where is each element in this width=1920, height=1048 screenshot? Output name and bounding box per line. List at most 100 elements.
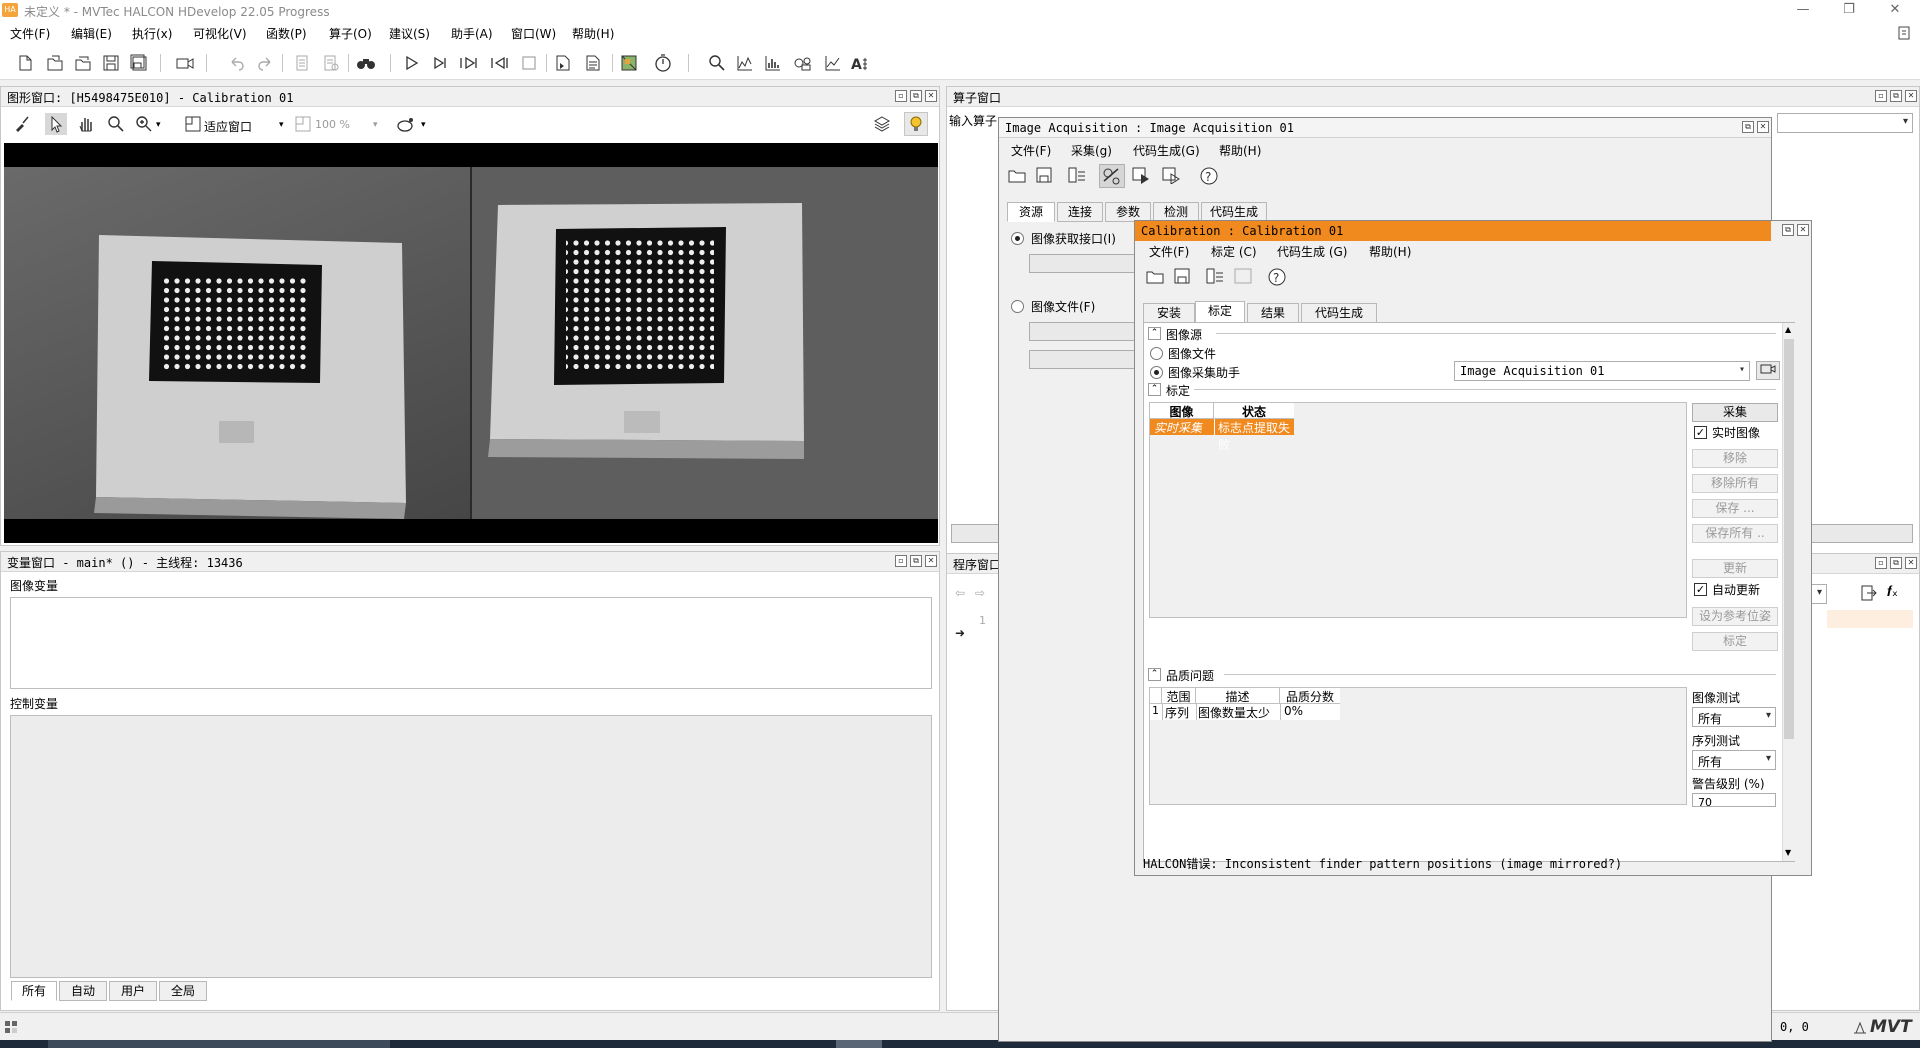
acquire-button[interactable]: 采集 [1692, 403, 1778, 422]
acq-tab-connection[interactable]: 连接 [1057, 202, 1103, 222]
calibrate-button[interactable]: 标定 [1692, 632, 1778, 651]
menu-help[interactable]: 帮助(H) [572, 25, 614, 42]
restore-icon[interactable]: ❐ [1826, 0, 1872, 22]
open-acq-button[interactable] [1756, 361, 1780, 380]
cal-tab-codegen[interactable]: 代码生成 [1301, 303, 1377, 323]
fit-window-icon[interactable] [182, 113, 204, 135]
acq-file-input[interactable] [1029, 322, 1141, 341]
dock-icon[interactable]: ▫ [895, 555, 907, 567]
float-icon[interactable]: ⧉ [1890, 90, 1902, 102]
feature-histogram-icon[interactable] [762, 52, 784, 74]
tab-global[interactable]: 全局 [159, 981, 207, 1001]
acq-tab-inspect[interactable]: 检测 [1153, 202, 1199, 222]
save-all-icon[interactable] [128, 52, 150, 74]
acq-assistant-combo[interactable]: Image Acquisition 01 [1454, 361, 1750, 381]
menu-visualize[interactable]: 可视化(V) [193, 25, 247, 42]
menu-procedures[interactable]: 函数(P) [266, 25, 307, 42]
collapse-image-source-icon[interactable]: ⌃ [1148, 327, 1161, 340]
profiler-timer-icon[interactable] [652, 52, 674, 74]
float-icon[interactable]: ⧉ [910, 90, 922, 102]
operator-left-button[interactable] [951, 524, 999, 543]
radio-image-file[interactable] [1150, 347, 1163, 360]
cal-close-icon[interactable]: ✕ [1797, 224, 1809, 236]
clear-brush-icon[interactable] [11, 113, 33, 135]
menu-execute[interactable]: 执行(x) [132, 25, 172, 42]
fit-dropdown-icon[interactable]: ▾ [279, 120, 284, 130]
feature-inspection-icon[interactable] [792, 52, 814, 74]
image-test-combo[interactable]: 所有 [1692, 707, 1776, 727]
set-reference-pose-button[interactable]: 设为参考位姿 [1692, 607, 1778, 626]
cal-menu-file[interactable]: 文件(F) [1149, 243, 1189, 260]
tab-user[interactable]: 用户 [109, 981, 157, 1001]
cal-open-icon[interactable] [1145, 267, 1167, 287]
undo-icon[interactable] [226, 52, 248, 74]
insert-code-icon[interactable] [1859, 584, 1881, 604]
float-icon[interactable]: ⧉ [1890, 557, 1902, 569]
radio-acq-assistant[interactable] [1150, 366, 1163, 379]
acq-live-icon[interactable] [1161, 166, 1185, 186]
program-listing-icon[interactable] [582, 52, 604, 74]
acq-radio-interface[interactable] [1011, 232, 1024, 245]
cal-float-icon[interactable]: ⧉ [1782, 224, 1794, 236]
ocr-icon[interactable]: A [850, 52, 872, 74]
close-panel-icon[interactable]: ✕ [925, 555, 937, 567]
cal-menu-codegen[interactable]: 代码生成 (G) [1277, 243, 1347, 260]
tab-all[interactable]: 所有 [11, 981, 57, 1001]
cal-tab-calibration[interactable]: 标定 [1195, 301, 1245, 323]
sequence-test-combo[interactable]: 所有 [1692, 750, 1776, 770]
zoom-in-icon[interactable] [133, 113, 155, 135]
pointer-icon[interactable] [45, 113, 67, 135]
acq-open-icon[interactable] [1007, 166, 1029, 186]
image-processing-icon[interactable] [618, 52, 640, 74]
close-panel-icon[interactable]: ✕ [1905, 557, 1917, 569]
reset-program-icon[interactable] [552, 52, 574, 74]
acq-close-icon[interactable]: ✕ [1757, 121, 1769, 133]
new-file-icon[interactable] [14, 52, 36, 74]
graphics-canvas[interactable] [4, 143, 938, 543]
acq-float-icon[interactable]: ⧉ [1742, 121, 1754, 133]
find-binoculars-icon[interactable] [355, 52, 377, 74]
acq-radio-file[interactable] [1011, 300, 1024, 313]
minimize-icon[interactable]: — [1780, 0, 1826, 22]
clear-format-icon[interactable]: 𝒇ₓ [1887, 584, 1909, 604]
dock-icon[interactable]: ▫ [1875, 90, 1887, 102]
dock-icon[interactable]: ▫ [1875, 557, 1887, 569]
acq-save-icon[interactable] [1035, 166, 1057, 186]
open-recent-icon[interactable] [72, 52, 94, 74]
paste-lines-icon[interactable] [320, 52, 342, 74]
acq-menu-file[interactable]: 文件(F) [1011, 142, 1051, 159]
acq-tab-params[interactable]: 参数 [1105, 202, 1151, 222]
save-image-button[interactable]: 保存 ... [1692, 499, 1778, 518]
table-row[interactable]: 1 序列 图像数量太少 0% [1150, 704, 1340, 720]
fit-window-label[interactable]: 适应窗口 [204, 118, 252, 135]
iconic-variables-list[interactable] [10, 597, 932, 689]
tab-auto[interactable]: 自动 [59, 981, 107, 1001]
control-variables-list[interactable] [10, 715, 932, 978]
cal-scrollbar[interactable]: ▲ ▼ [1782, 323, 1795, 861]
step-over-icon[interactable] [429, 52, 451, 74]
scroll-thumb[interactable] [1784, 339, 1794, 739]
pin-icon[interactable] [1896, 25, 1912, 41]
draw-mode-dropdown-icon[interactable]: ▾ [421, 120, 426, 130]
menu-suggestions[interactable]: 建议(S) [389, 25, 430, 42]
acq-tab-source[interactable]: 资源 [1007, 202, 1055, 222]
layers-icon[interactable] [871, 113, 893, 135]
acq-tab-codegen[interactable]: 代码生成 [1201, 202, 1267, 222]
collapse-quality-icon[interactable]: ⌃ [1148, 668, 1161, 681]
operator-input-combo[interactable] [1777, 113, 1913, 133]
cal-tab-results[interactable]: 结果 [1247, 303, 1299, 323]
step-into-icon[interactable] [458, 52, 480, 74]
zoom-icon[interactable] [105, 113, 127, 135]
warning-level-spinner[interactable]: 70 [1692, 793, 1776, 807]
acq-connect-icon[interactable] [1099, 164, 1125, 188]
col-header-image[interactable]: 图像 [1150, 403, 1214, 419]
menu-assistants[interactable]: 助手(A) [451, 25, 493, 42]
calibration-images-table[interactable]: 图像 状态 实时采集 标志点提取失败 [1149, 402, 1687, 618]
acq-menu-codegen[interactable]: 代码生成(G) [1133, 142, 1200, 159]
zoom-percent-dropdown-icon[interactable]: ▾ [373, 120, 378, 130]
zoom-window-icon[interactable] [706, 52, 728, 74]
menu-file[interactable]: 文件(F) [10, 25, 50, 42]
collapse-calibration-icon[interactable]: ⌃ [1148, 383, 1161, 396]
open-file-icon[interactable] [44, 52, 66, 74]
acq-detect-icon[interactable] [1067, 166, 1089, 186]
